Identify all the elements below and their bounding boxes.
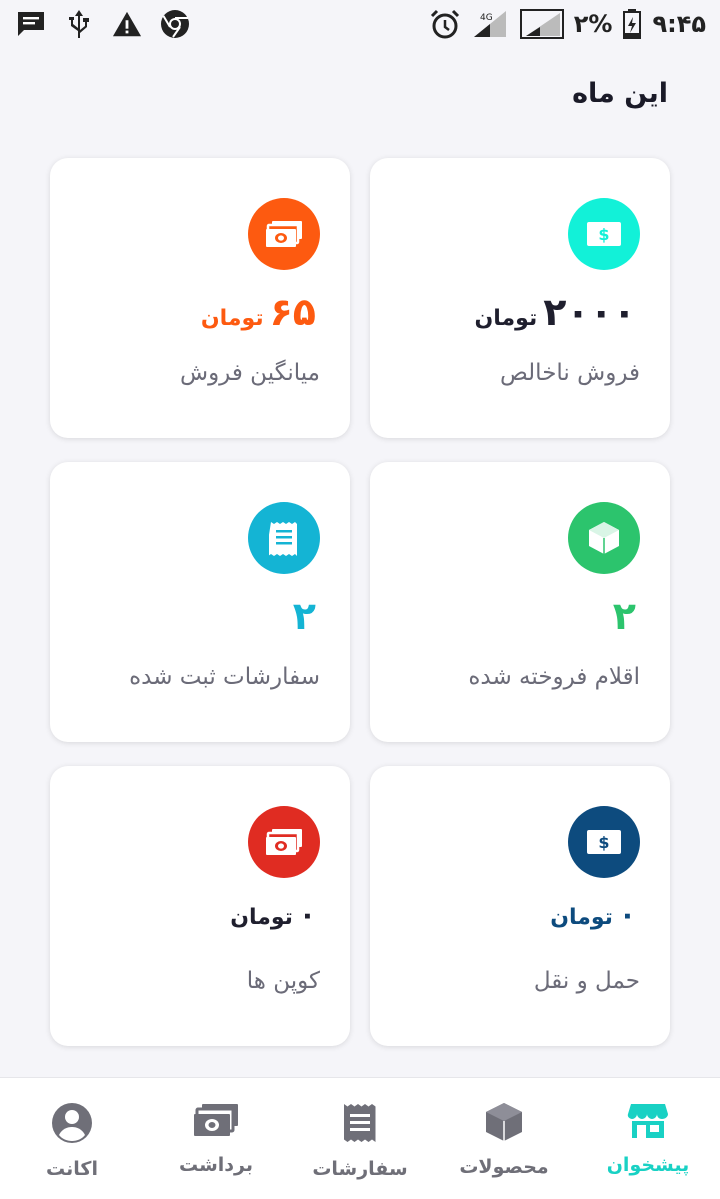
nav-label: پیشخوان bbox=[606, 1154, 690, 1176]
status-left-icons bbox=[16, 9, 190, 39]
card-value-unit: تومان bbox=[474, 306, 538, 331]
battery-icon bbox=[622, 9, 642, 39]
account-icon bbox=[51, 1102, 93, 1148]
nav-item-orders[interactable]: سفارشات bbox=[288, 1078, 432, 1199]
stats-grid: ۶۵ تومان میانگین فروش $ ۲۰۰۰ تومان فروش … bbox=[50, 158, 670, 1046]
chrome-icon bbox=[160, 9, 190, 39]
nav-label: محصولات bbox=[459, 1156, 549, 1178]
clock: ۹:۴۵ bbox=[652, 10, 706, 38]
card-orders[interactable]: ۲ سفارشات ثبت شده bbox=[50, 462, 350, 742]
money-stack-icon bbox=[192, 1102, 240, 1144]
card-label: کوپن ها bbox=[246, 968, 320, 994]
money-stack-icon bbox=[248, 806, 320, 878]
warning-icon bbox=[112, 9, 142, 39]
receipt-icon bbox=[248, 502, 320, 574]
card-value: ۰ تومان bbox=[550, 898, 636, 931]
card-value-number: ۰ bbox=[618, 898, 636, 931]
card-value: ۲ bbox=[613, 594, 636, 638]
card-shipping[interactable]: $ ۰ تومان حمل و نقل bbox=[370, 766, 670, 1046]
card-label: میانگین فروش bbox=[180, 360, 320, 386]
nav-label: برداشت bbox=[179, 1154, 254, 1176]
money-stack-icon bbox=[248, 198, 320, 270]
card-value: ۲۰۰۰ تومان bbox=[475, 290, 637, 334]
card-items-sold[interactable]: ۲ اقلام فروخته شده bbox=[370, 462, 670, 742]
card-label: فروش ناخالص bbox=[500, 360, 640, 386]
card-value-unit: تومان bbox=[200, 306, 264, 331]
nav-item-products[interactable]: محصولات bbox=[432, 1078, 576, 1199]
status-bar: 4G ۲% ۹:۴۵ bbox=[0, 0, 720, 48]
nav-item-dashboard[interactable]: پیشخوان bbox=[576, 1078, 720, 1199]
status-right-icons: 4G ۲% ۹:۴۵ bbox=[430, 9, 706, 39]
receipt-icon bbox=[342, 1102, 378, 1148]
card-value: ۰ تومان bbox=[230, 898, 316, 931]
network-type-label: 4G bbox=[480, 13, 493, 23]
signal-icon-2 bbox=[519, 9, 564, 39]
usb-icon bbox=[64, 9, 94, 39]
card-label: اقلام فروخته شده bbox=[468, 664, 640, 690]
svg-text:$: $ bbox=[598, 833, 609, 852]
card-value: ۶۵ تومان bbox=[201, 290, 316, 334]
svg-text:$: $ bbox=[598, 225, 609, 244]
card-value-number: ۲ bbox=[612, 594, 636, 638]
card-value-number: ۲ bbox=[292, 594, 316, 638]
message-icon bbox=[16, 9, 46, 39]
card-value-number: ۰ bbox=[298, 898, 316, 931]
card-value-unit: تومان bbox=[230, 905, 293, 930]
store-icon bbox=[627, 1102, 669, 1144]
card-avg-sales[interactable]: ۶۵ تومان میانگین فروش bbox=[50, 158, 350, 438]
card-coupons[interactable]: ۰ تومان کوپن ها bbox=[50, 766, 350, 1046]
card-value-unit: تومان bbox=[550, 905, 613, 930]
battery-percent: ۲% bbox=[573, 10, 613, 38]
cash-icon: $ bbox=[568, 806, 640, 878]
nav-label: اکانت bbox=[46, 1158, 98, 1180]
card-value-number: ۲۰۰۰ bbox=[543, 290, 636, 334]
card-label: حمل و نقل bbox=[533, 968, 640, 994]
box-icon bbox=[485, 1102, 523, 1146]
alarm-icon bbox=[430, 9, 460, 39]
box-icon bbox=[568, 502, 640, 574]
section-title: این ماه bbox=[572, 78, 668, 109]
nav-label: سفارشات bbox=[312, 1158, 408, 1180]
nav-item-withdraw[interactable]: برداشت bbox=[144, 1078, 288, 1199]
card-label: سفارشات ثبت شده bbox=[129, 664, 320, 690]
nav-item-account[interactable]: اکانت bbox=[0, 1078, 144, 1199]
card-value-number: ۶۵ bbox=[269, 290, 316, 334]
signal-icon: 4G bbox=[470, 9, 510, 39]
bottom-navigation: پیشخوان محصولات سفارشات برداشت اکانت bbox=[0, 1077, 720, 1199]
card-value: ۲ bbox=[293, 594, 316, 638]
card-net-sales[interactable]: $ ۲۰۰۰ تومان فروش ناخالص bbox=[370, 158, 670, 438]
cash-icon: $ bbox=[568, 198, 640, 270]
